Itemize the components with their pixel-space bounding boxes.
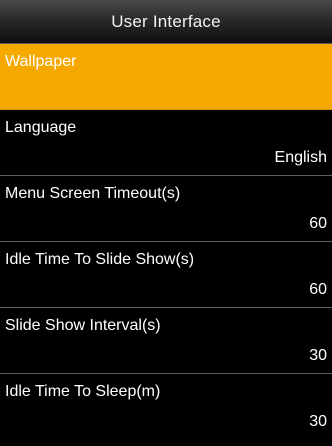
menu-item-value: English <box>274 149 327 166</box>
menu-item-wallpaper[interactable]: Wallpaper <box>0 44 332 110</box>
menu-item-label: Wallpaper <box>5 53 77 70</box>
menu-item-value: 30 <box>309 413 327 430</box>
menu-item-value: 30 <box>309 347 327 364</box>
menu-item-label: Idle Time To Slide Show(s) <box>5 251 195 268</box>
menu-item-value: 60 <box>309 281 327 298</box>
menu-item-idle-time-to-sleep[interactable]: Idle Time To Sleep(m) 30 <box>0 374 332 446</box>
settings-menu: Wallpaper Language English Menu Screen T… <box>0 44 332 446</box>
page-title: User Interface <box>111 11 221 31</box>
menu-item-label: Idle Time To Sleep(m) <box>5 383 161 400</box>
title-bar: User Interface <box>0 0 332 44</box>
menu-item-label: Menu Screen Timeout(s) <box>5 185 181 202</box>
menu-item-language[interactable]: Language English <box>0 110 332 176</box>
menu-item-idle-time-to-slide-show[interactable]: Idle Time To Slide Show(s) 60 <box>0 242 332 308</box>
menu-item-label: Language <box>5 119 77 136</box>
menu-item-slide-show-interval[interactable]: Slide Show Interval(s) 30 <box>0 308 332 374</box>
menu-item-label: Slide Show Interval(s) <box>5 317 161 334</box>
menu-item-value: 60 <box>309 215 327 232</box>
menu-item-menu-screen-timeout[interactable]: Menu Screen Timeout(s) 60 <box>0 176 332 242</box>
